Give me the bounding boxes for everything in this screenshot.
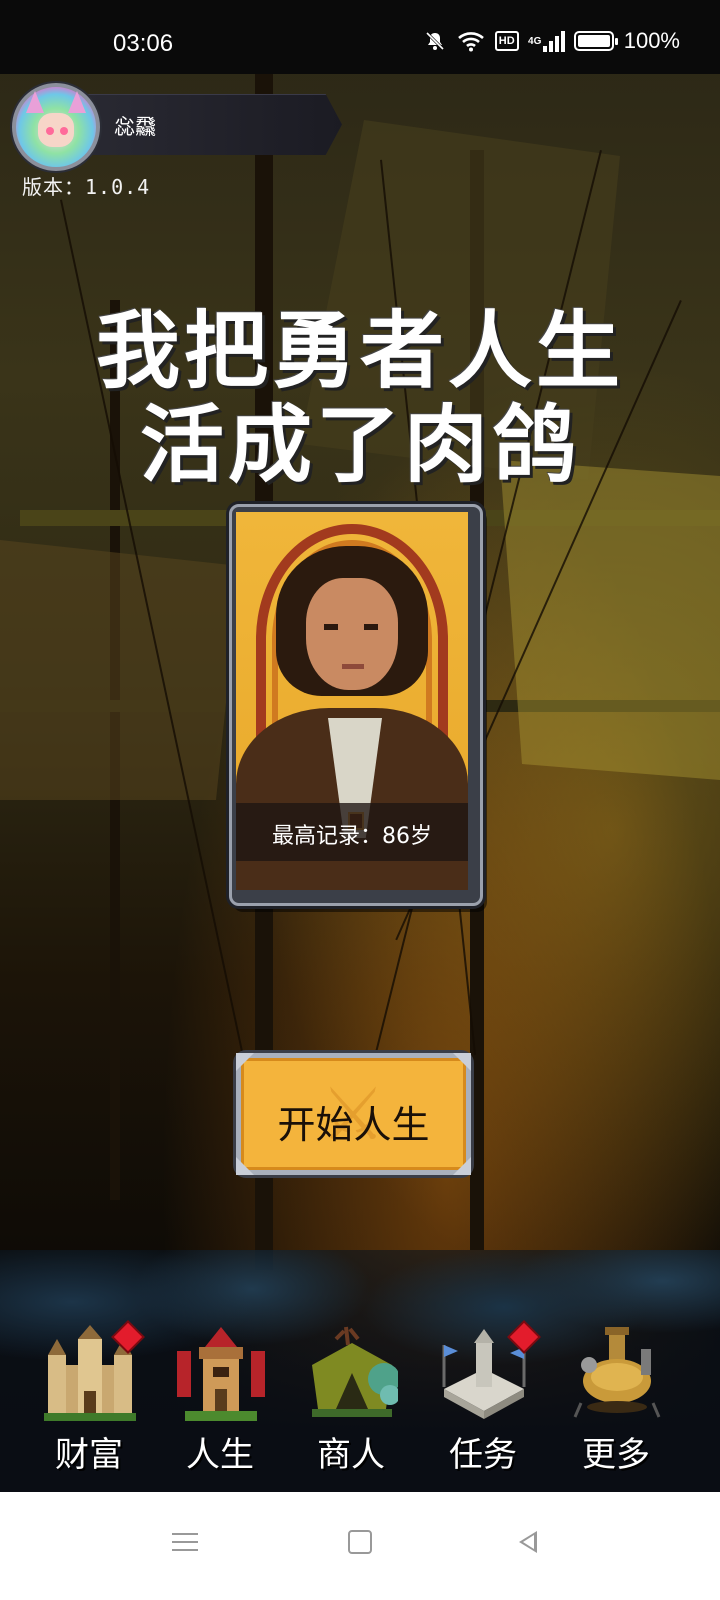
bottom-nav: 财富 人生 商人 任务 更多 bbox=[0, 1315, 720, 1485]
nav-label-more: 更多 bbox=[582, 1435, 650, 1475]
start-life-button[interactable]: ⚔ 开始人生 bbox=[236, 1053, 471, 1175]
nav-item-life[interactable]: 人生 bbox=[165, 1315, 275, 1485]
home-icon bbox=[348, 1530, 372, 1554]
button-corner bbox=[453, 1053, 471, 1071]
battery-icon bbox=[573, 31, 618, 51]
back-button[interactable] bbox=[506, 1520, 550, 1564]
home-button[interactable] bbox=[338, 1520, 382, 1564]
recent-apps-button[interactable] bbox=[163, 1520, 207, 1564]
button-corner bbox=[453, 1157, 471, 1175]
wifi-icon bbox=[457, 29, 484, 53]
hd-icon: HD bbox=[494, 29, 520, 53]
avatar-face bbox=[38, 113, 74, 147]
signal-icon: 4G bbox=[528, 29, 566, 53]
back-icon bbox=[519, 1531, 537, 1553]
nav-label-merchant: 商人 bbox=[317, 1435, 385, 1475]
portrait-eye bbox=[364, 624, 378, 630]
nav-item-wealth[interactable]: 财富 bbox=[34, 1315, 144, 1485]
start-life-label: 开始人生 bbox=[277, 1103, 430, 1147]
nav-item-quest[interactable]: 任务 bbox=[428, 1315, 539, 1485]
nav-label-life: 人生 bbox=[186, 1435, 254, 1475]
hd-label: HD bbox=[494, 31, 519, 51]
network-type: 4G bbox=[528, 35, 542, 47]
version-label: 版本：1.0.4 bbox=[22, 175, 151, 199]
ship-sail bbox=[0, 540, 240, 800]
tower-icon bbox=[177, 1327, 265, 1421]
avatar-ear bbox=[68, 91, 86, 113]
workshop-icon bbox=[573, 1327, 661, 1418]
button-corner bbox=[236, 1157, 254, 1175]
menu-icon bbox=[172, 1527, 198, 1557]
merchant-tent-icon bbox=[312, 1326, 398, 1417]
nav-label-wealth: 财富 bbox=[55, 1435, 123, 1475]
system-nav-bar bbox=[0, 1492, 720, 1600]
status-icons: HD 4G 100% bbox=[422, 28, 680, 54]
game-title-line-2: 活成了肉鸽 bbox=[139, 396, 580, 494]
nav-label-quest: 任务 bbox=[449, 1435, 517, 1475]
nav-item-more[interactable]: 更多 bbox=[561, 1315, 671, 1485]
avatar-eye bbox=[46, 127, 54, 135]
avatar[interactable] bbox=[12, 83, 100, 171]
nav-item-merchant[interactable]: 商人 bbox=[296, 1315, 406, 1485]
portrait-eye bbox=[324, 624, 338, 630]
status-time: 03:06 bbox=[113, 30, 174, 57]
avatar-eye bbox=[60, 127, 68, 135]
ship-sail bbox=[500, 460, 720, 780]
username: 惢飝 bbox=[114, 115, 156, 139]
profile-name-bar[interactable] bbox=[70, 94, 342, 155]
portrait-mouth bbox=[342, 664, 364, 669]
mute-icon bbox=[422, 29, 448, 53]
status-bar: 03:06 HD 4G 100% bbox=[0, 0, 720, 74]
battery-percent: 100% bbox=[623, 28, 680, 53]
portrait-face bbox=[306, 578, 398, 690]
best-record: 最高记录：86岁 bbox=[272, 824, 432, 849]
button-corner bbox=[236, 1053, 254, 1071]
avatar-ear bbox=[26, 91, 44, 113]
